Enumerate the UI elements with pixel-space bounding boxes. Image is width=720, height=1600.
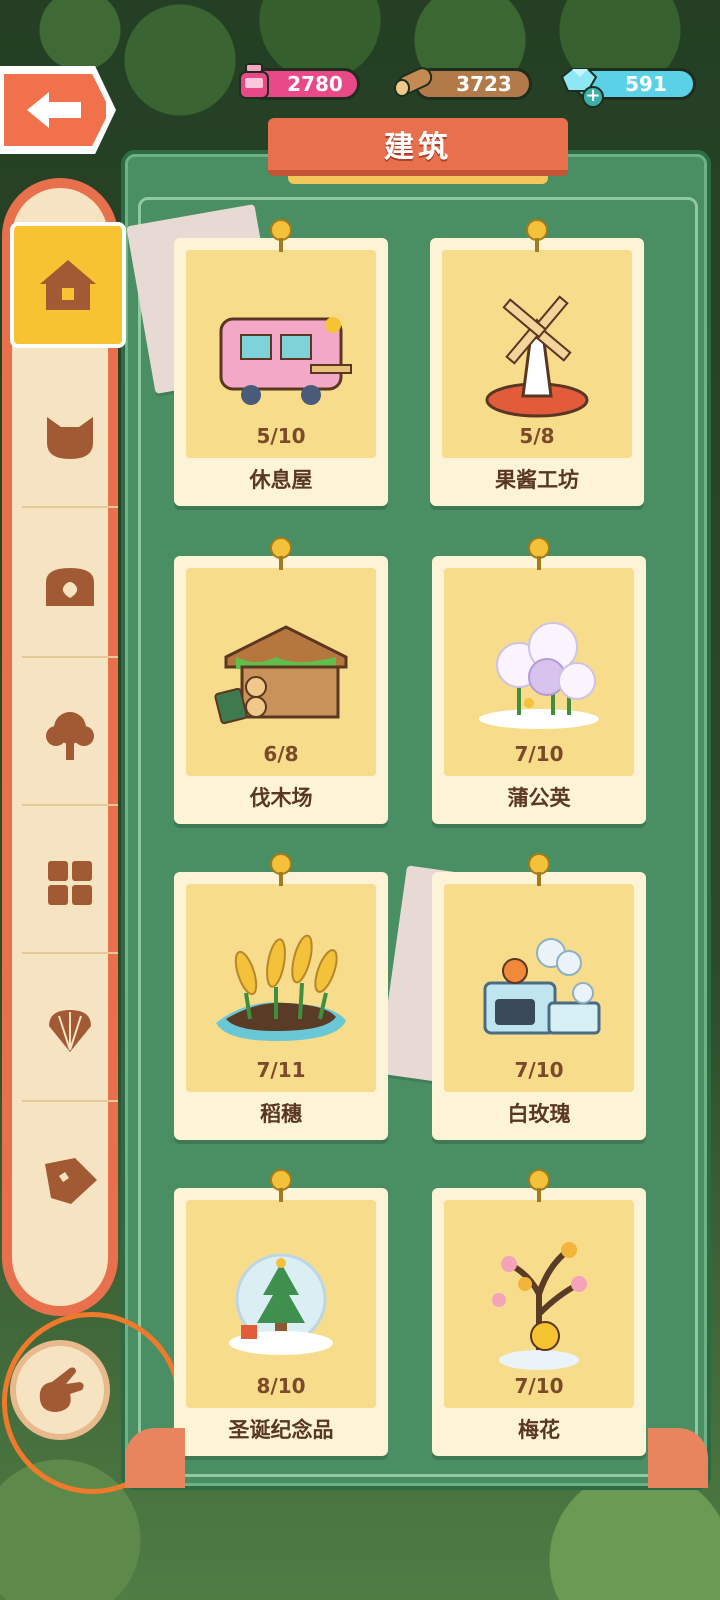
building-level: 7/11 <box>256 1058 306 1082</box>
category-sidebar <box>2 178 118 1316</box>
tab-tags[interactable] <box>22 1110 118 1250</box>
building-level: 5/8 <box>519 424 555 448</box>
tab-tiles[interactable] <box>22 814 118 954</box>
building-card-plum-blossom[interactable]: 7/10 梅花 <box>432 1169 646 1456</box>
pushpin-icon <box>526 219 548 252</box>
tab-buildings[interactable] <box>10 222 126 348</box>
building-level: 5/10 <box>256 424 306 448</box>
building-name: 稻穗 <box>260 1102 302 1126</box>
pushpin-icon <box>270 219 292 252</box>
add-gems-button[interactable]: + <box>582 86 604 108</box>
ink-bottle-icon <box>232 60 276 104</box>
pushpin-icon <box>528 853 550 886</box>
house-icon <box>40 260 96 310</box>
building-card-dandelion[interactable]: 7/10 蒲公英 <box>432 537 646 824</box>
arrow-left-icon <box>27 92 81 128</box>
building-card-jam-workshop[interactable]: 5/8 果酱工坊 <box>430 219 644 506</box>
tab-chest[interactable] <box>22 518 118 658</box>
building-name: 休息屋 <box>249 468 313 492</box>
building-level: 7/10 <box>514 1058 564 1082</box>
tab-pets[interactable] <box>22 368 118 508</box>
treasure-chest-icon <box>46 568 94 606</box>
panel-corner-decoration <box>648 1428 708 1488</box>
building-card-christmas-souvenir[interactable]: 8/10 圣诞纪念品 <box>174 1169 388 1456</box>
tree-icon <box>46 712 94 760</box>
building-level: 6/8 <box>263 742 299 766</box>
building-name: 圣诞纪念品 <box>228 1418 334 1442</box>
tab-shells[interactable] <box>22 962 118 1102</box>
panel-title: 建筑 <box>268 118 568 184</box>
building-name: 伐木场 <box>249 786 313 810</box>
pushpin-icon <box>528 1169 550 1202</box>
back-button[interactable] <box>0 70 110 150</box>
pushpin-icon <box>270 1169 292 1202</box>
gem-value: 591 <box>625 72 667 96</box>
wood-value: 3723 <box>456 72 512 96</box>
cat-face-icon <box>47 417 93 459</box>
panel-title-text: 建筑 <box>384 130 452 165</box>
log-icon <box>392 60 436 104</box>
pushpin-icon <box>528 537 550 570</box>
grid-tiles-icon <box>48 861 92 905</box>
building-card-rest-house[interactable]: 5/10 休息屋 <box>174 219 388 506</box>
building-level: 7/10 <box>514 1374 564 1398</box>
ink-value: 2780 <box>287 72 343 96</box>
tab-trees[interactable] <box>22 666 118 806</box>
building-card-rice[interactable]: 7/11 稻穗 <box>174 853 388 1140</box>
building-card-white-rose[interactable]: 7/10 白玫瑰 <box>432 853 646 1140</box>
pushpin-icon <box>270 537 292 570</box>
building-level: 7/10 <box>514 742 564 766</box>
building-name: 梅花 <box>518 1418 560 1442</box>
panel-corner-decoration <box>125 1428 185 1488</box>
building-name: 果酱工坊 <box>495 468 579 492</box>
building-card-lumber-camp[interactable]: 6/8 伐木场 <box>174 537 388 824</box>
building-level: 8/10 <box>256 1374 306 1398</box>
building-name: 白玫瑰 <box>507 1102 571 1126</box>
shell-icon <box>49 1010 91 1052</box>
building-name: 蒲公英 <box>507 786 571 810</box>
pushpin-icon <box>270 853 292 886</box>
tag-icon <box>45 1158 97 1204</box>
category-sidebar-inner <box>12 188 118 1306</box>
